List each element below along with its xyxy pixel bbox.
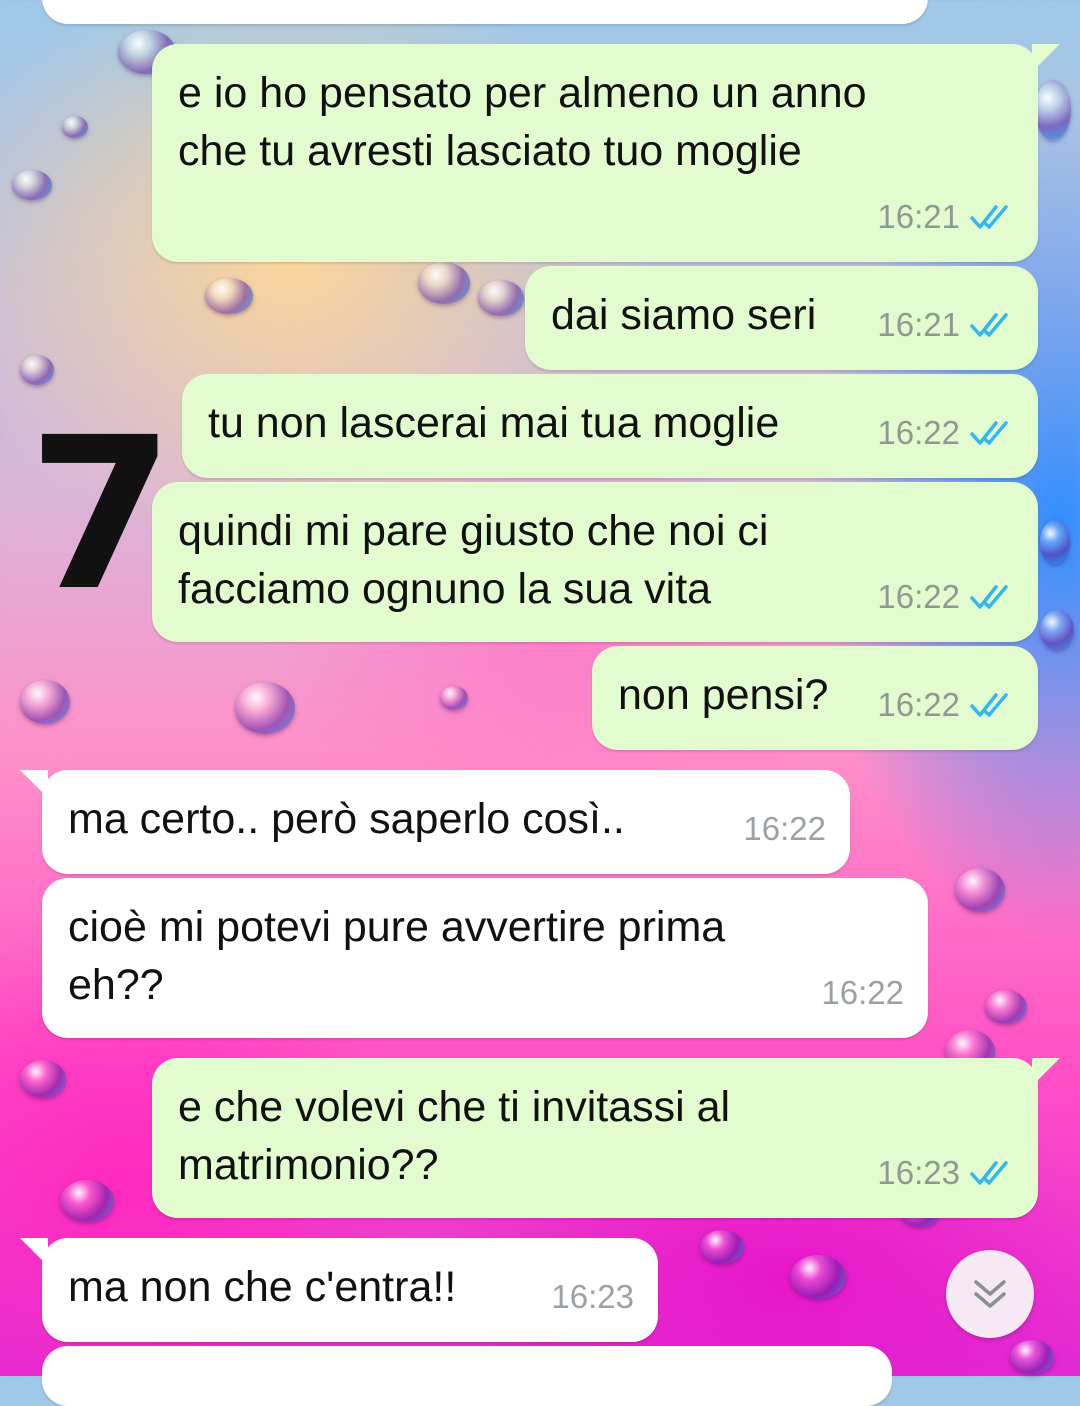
chevron-double-down-icon (974, 1280, 1006, 1308)
water-drop (235, 682, 295, 734)
double-check-icon (970, 205, 1008, 229)
message-time: 16:21 (877, 198, 960, 235)
message-meta: 16:23 (877, 1144, 1014, 1202)
message-bubble-outgoing[interactable]: e io ho pensato per almeno un anno che t… (152, 44, 1060, 262)
double-check-icon (970, 1161, 1008, 1185)
message-time: 16:22 (877, 686, 960, 723)
message-bubble-outgoing[interactable]: e che volevi che ti invitassi al matrimo… (152, 1058, 1060, 1218)
message-bubble-outgoing[interactable]: tu non lascerai mai tua moglie 16:22 (182, 374, 1038, 478)
water-drop (985, 990, 1027, 1024)
bubble-tail (20, 770, 48, 798)
message-bubble-incoming[interactable] (42, 0, 928, 24)
message-text: ma certo.. però saperlo così.. (68, 795, 625, 843)
message-bubble-outgoing[interactable]: quindi mi pare giusto che noi ci facciam… (152, 482, 1038, 642)
message-text: ma non che c'entra!! (68, 1263, 457, 1311)
water-drop (478, 280, 524, 316)
message-meta: 16:22 (877, 676, 1014, 734)
bubble-tail (1032, 1058, 1060, 1086)
double-check-icon (970, 421, 1008, 445)
bubble-tail (20, 1238, 48, 1266)
message-time: 16:22 (743, 810, 826, 847)
message-time: 16:22 (877, 414, 960, 451)
water-drop (1040, 610, 1074, 650)
message-meta: 16:22 (877, 568, 1014, 626)
water-drop (20, 680, 70, 724)
water-drop (12, 170, 52, 200)
message-meta: 16:21 (877, 296, 1014, 354)
message-text: cioè mi potevi pure avvertire prima eh?? (68, 903, 726, 1009)
message-meta: 16:23 (551, 1268, 634, 1326)
water-drop (700, 1230, 744, 1264)
water-drop (955, 868, 1005, 912)
scroll-to-bottom-button[interactable] (946, 1250, 1034, 1338)
message-time: 16:22 (877, 578, 960, 615)
double-check-icon (970, 585, 1008, 609)
message-time: 16:21 (877, 306, 960, 343)
message-text: e io ho pensato per almeno un anno che t… (178, 69, 867, 175)
water-drop (1035, 80, 1071, 140)
message-bubble-outgoing[interactable]: dai siamo seri 16:21 (525, 266, 1038, 370)
double-check-icon (970, 313, 1008, 337)
message-time: 16:23 (551, 1278, 634, 1315)
water-drop (20, 1060, 66, 1098)
message-bubble-outgoing[interactable]: non pensi? 16:22 (592, 646, 1038, 750)
message-meta: 16:22 (821, 964, 904, 1022)
water-drop (440, 686, 468, 710)
water-drop (60, 1180, 114, 1222)
water-drop (62, 116, 88, 138)
message-bubble-incoming[interactable]: ma non che c'entra!! 16:23 (20, 1238, 658, 1342)
message-bubble-incoming[interactable] (42, 1346, 892, 1406)
message-meta: 16:22 (877, 404, 1014, 462)
water-drop (20, 355, 54, 385)
message-meta: 16:22 (743, 800, 826, 858)
message-meta: 16:21 (877, 188, 1014, 246)
message-bubble-incoming[interactable]: cioè mi potevi pure avvertire prima eh??… (42, 878, 928, 1038)
water-drop (1040, 520, 1070, 564)
water-drop (1010, 1340, 1054, 1374)
bubble-tail (1032, 44, 1060, 72)
water-drop (205, 278, 253, 314)
double-check-icon (970, 693, 1008, 717)
water-drop (418, 262, 470, 304)
message-bubble-incoming[interactable]: ma certo.. però saperlo così.. 16:22 (20, 770, 850, 874)
water-drop (790, 1255, 846, 1299)
message-time: 16:23 (877, 1154, 960, 1191)
message-time: 16:22 (821, 974, 904, 1011)
